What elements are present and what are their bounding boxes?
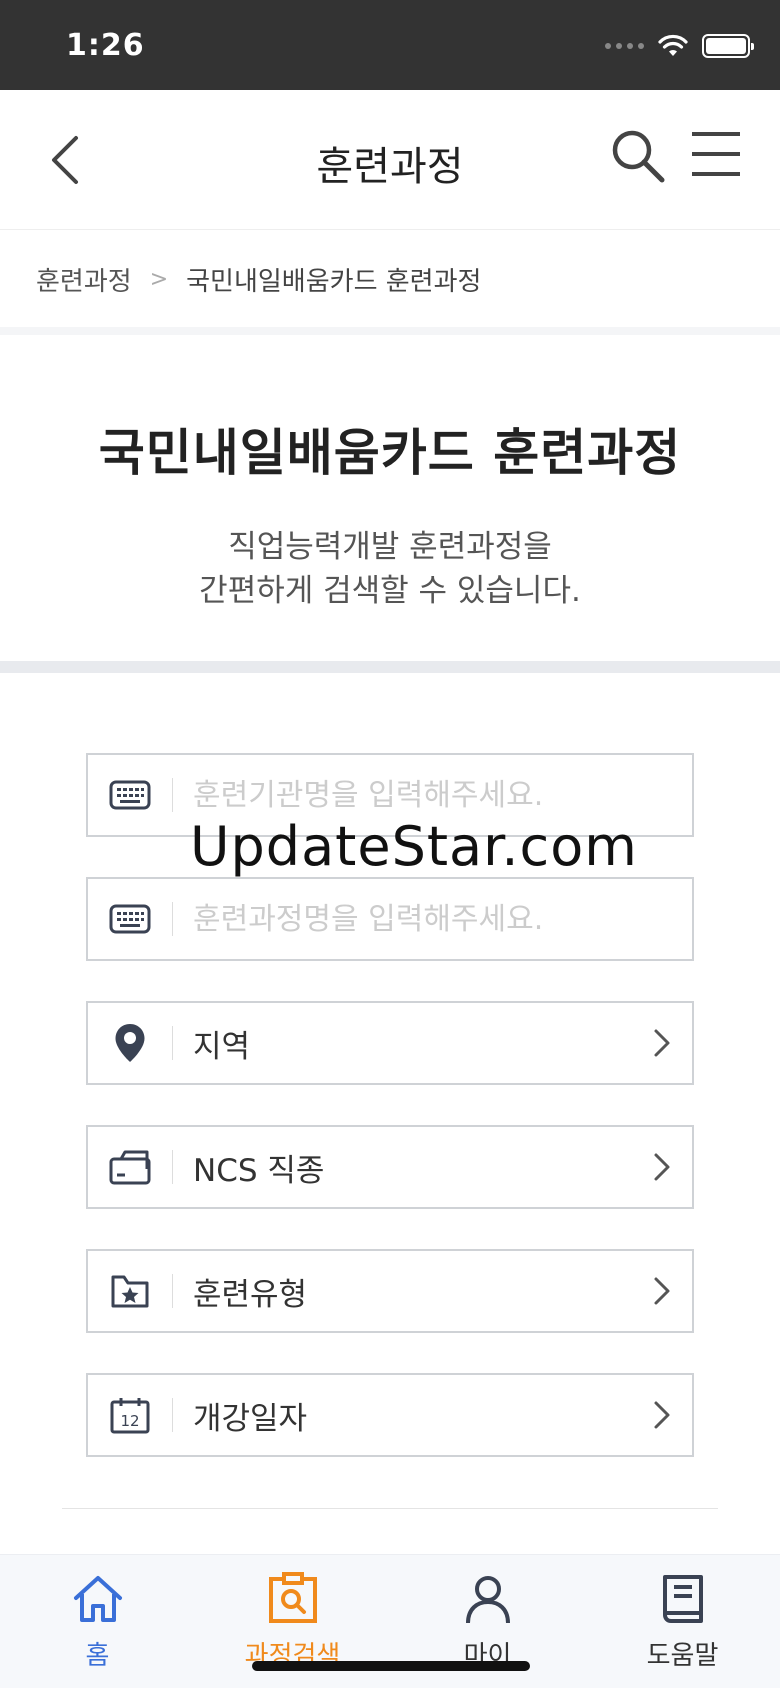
course-search-icon bbox=[268, 1572, 317, 1623]
course-name-input[interactable] bbox=[193, 889, 692, 949]
field-separator bbox=[172, 1026, 173, 1060]
breadcrumb-root[interactable]: 훈련과정 bbox=[36, 261, 132, 298]
hero-desc-line1: 직업능력개발 훈련과정을 bbox=[228, 529, 552, 565]
cellular-signal-icon bbox=[605, 43, 644, 49]
tab-help[interactable]: 도움말 bbox=[585, 1555, 780, 1688]
svg-text:12: 12 bbox=[120, 1412, 139, 1430]
training-type-selector[interactable]: 훈련유형 bbox=[86, 1249, 694, 1333]
hero-section: 국민내일배움카드 훈련과정 직업능력개발 훈련과정을 간편하게 검색할 수 있습… bbox=[0, 335, 780, 661]
course-name-field[interactable] bbox=[86, 877, 694, 961]
chevron-right-icon bbox=[632, 1151, 692, 1183]
chevron-right-icon: > bbox=[149, 266, 169, 292]
tab-home[interactable]: 홈 bbox=[0, 1555, 195, 1688]
field-separator bbox=[172, 902, 173, 936]
field-separator bbox=[172, 778, 173, 812]
keyboard-icon bbox=[88, 755, 172, 835]
hero-desc-line2: 간편하게 검색할 수 있습니다. bbox=[199, 573, 581, 609]
hero-title: 국민내일배움카드 훈련과정 bbox=[98, 424, 682, 482]
ncs-label: NCS 직종 bbox=[193, 1152, 325, 1189]
chevron-right-icon bbox=[632, 1399, 692, 1431]
top-navigation: 훈련과정 bbox=[0, 90, 780, 230]
field-separator bbox=[172, 1274, 173, 1308]
hero-description: 직업능력개발 훈련과정을 간편하게 검색할 수 있습니다. bbox=[0, 525, 780, 613]
hamburger-menu-icon[interactable] bbox=[688, 128, 744, 180]
status-time: 1:26 bbox=[66, 28, 145, 63]
chevron-right-icon bbox=[632, 1027, 692, 1059]
briefcase-icon bbox=[88, 1127, 172, 1207]
status-icons bbox=[605, 34, 754, 58]
location-pin-icon bbox=[88, 1003, 172, 1083]
divider bbox=[62, 1508, 718, 1509]
search-icon[interactable] bbox=[608, 126, 668, 186]
field-separator bbox=[172, 1398, 173, 1432]
book-icon bbox=[662, 1575, 703, 1623]
region-label: 지역 bbox=[193, 1028, 251, 1065]
section-divider bbox=[0, 661, 780, 673]
tab-label: 도움말 bbox=[646, 1641, 719, 1671]
start-date-selector[interactable]: 12 개강일자 bbox=[86, 1373, 694, 1457]
breadcrumb-current: 국민내일배움카드 훈련과정 bbox=[186, 266, 482, 297]
battery-icon bbox=[702, 34, 754, 58]
training-type-label: 훈련유형 bbox=[193, 1276, 308, 1313]
home-indicator bbox=[252, 1661, 530, 1671]
watermark-text: UpdateStar.com bbox=[190, 815, 638, 878]
folder-star-icon bbox=[88, 1251, 172, 1331]
calendar-icon: 12 bbox=[88, 1375, 172, 1455]
start-date-label: 개강일자 bbox=[193, 1400, 308, 1437]
region-selector[interactable]: 지역 bbox=[86, 1001, 694, 1085]
ncs-job-selector[interactable]: NCS 직종 bbox=[86, 1125, 694, 1209]
wifi-icon bbox=[658, 34, 688, 56]
keyboard-icon bbox=[88, 879, 172, 959]
breadcrumb: 훈련과정 > 국민내일배움카드 훈련과정 bbox=[0, 231, 780, 327]
field-separator bbox=[172, 1150, 173, 1184]
person-icon bbox=[465, 1576, 510, 1624]
chevron-right-icon bbox=[632, 1275, 692, 1307]
divider bbox=[0, 327, 780, 335]
home-icon bbox=[73, 1576, 122, 1622]
status-bar: 1:26 bbox=[0, 0, 780, 90]
tab-label: 홈 bbox=[85, 1641, 110, 1671]
